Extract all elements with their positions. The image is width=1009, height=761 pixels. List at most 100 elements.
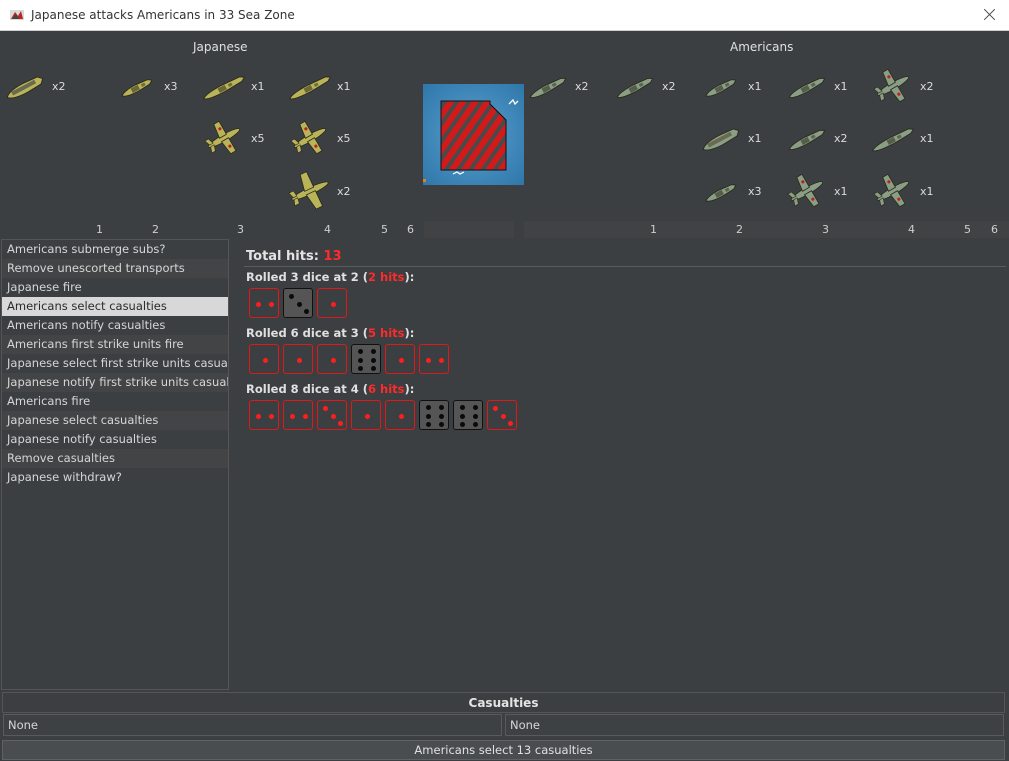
die-pip: [371, 349, 376, 354]
battleship-icon: [872, 128, 915, 152]
die-hit: [249, 288, 279, 318]
defender-unit-submarine: x2: [610, 66, 676, 106]
unit-count: x2: [575, 80, 589, 93]
battle-step[interactable]: Remove casualties: [2, 449, 228, 468]
fighter-icon: [204, 120, 241, 155]
roll-prefix: Rolled 8 dice at 4 (: [246, 382, 368, 396]
defender-unit-destroyer: x1: [696, 66, 762, 106]
die-pip: [296, 301, 302, 307]
defender-unit-fighter: x2: [868, 66, 934, 106]
die-pip: [256, 413, 261, 419]
die-pip: [398, 413, 404, 419]
carrier-icon: [6, 76, 44, 99]
unit-count: x1: [251, 80, 265, 93]
battle-step[interactable]: Remove unescorted transports: [2, 259, 228, 278]
defender-unit-fighter: x1: [868, 171, 934, 211]
die-pip: [330, 301, 336, 307]
die-pip: [323, 406, 328, 411]
battle-step[interactable]: Americans fire: [2, 392, 228, 411]
roll-summary: Rolled 8 dice at 4 (6 hits):: [246, 382, 414, 396]
unit-count: x2: [834, 132, 848, 145]
close-icon[interactable]: [981, 6, 999, 24]
status-button[interactable]: Americans select 13 casualties: [2, 740, 1005, 760]
battle-steps-list[interactable]: Americans submerge subs? Remove unescorte…: [1, 239, 229, 690]
battle-step[interactable]: Japanese fire: [2, 278, 228, 297]
battle-step[interactable]: Americans submerge subs?: [2, 240, 228, 259]
defender-die-number: 4: [908, 223, 915, 236]
die-pip: [439, 357, 444, 363]
attacker-die-number: 4: [324, 223, 331, 236]
unit-count: x5: [251, 132, 265, 145]
destroyer-icon: [121, 79, 153, 97]
submarine-icon: [616, 77, 654, 99]
die-pip: [358, 357, 363, 363]
defender-unit-cruiser: x2: [782, 118, 848, 158]
die-hit: [385, 344, 415, 374]
total-hits-value: 13: [323, 249, 342, 264]
battle-step[interactable]: Japanese notify casualties: [2, 430, 228, 449]
battle-step[interactable]: Americans first strike units fire: [2, 335, 228, 354]
die-pip: [269, 413, 274, 419]
defender-dice-strip: [524, 221, 1009, 238]
die-hit: [283, 400, 313, 430]
fighter-icon: [787, 173, 824, 208]
attacker-die-number: 3: [237, 223, 244, 236]
attacker-die-number: 1: [96, 223, 103, 236]
unit-count: x1: [920, 185, 934, 198]
attacker-unit-fighter-dark: x5: [285, 118, 351, 158]
die-hit: [351, 400, 381, 430]
die-pip: [426, 413, 431, 419]
battle-step[interactable]: Japanese notify first strike units casua…: [2, 373, 228, 392]
die-pip: [439, 422, 444, 427]
roll-hits: 2 hits: [368, 270, 405, 284]
destroyer-icon: [705, 184, 737, 202]
roll-suffix: ):: [404, 326, 415, 340]
defender-unit-carrier: x1: [696, 118, 762, 158]
unit-count: x5: [337, 132, 351, 145]
fighter-icon: [873, 173, 910, 208]
die-miss: [351, 344, 381, 374]
fighter-dark-icon: [290, 120, 327, 155]
die-pip: [460, 405, 465, 410]
die-pip: [493, 406, 498, 411]
casualties-header: Casualties: [2, 692, 1005, 713]
unit-count: x1: [748, 80, 762, 93]
die-pip: [256, 301, 261, 307]
battleship-icon: [203, 76, 246, 100]
die-pip: [358, 366, 363, 371]
defender-title: Americans: [730, 40, 794, 54]
die-hit: [419, 344, 449, 374]
die-pip: [398, 357, 404, 363]
battleship-long-icon: [289, 76, 332, 100]
die-pip: [338, 421, 343, 426]
battle-step[interactable]: Americans notify casualties: [2, 316, 228, 335]
die-pip: [262, 357, 268, 363]
die-pip: [371, 357, 376, 363]
attacker-unit-battleship-long: x1: [285, 66, 351, 106]
roll-prefix: Rolled 3 dice at 2 (: [246, 270, 368, 284]
die-pip: [289, 294, 294, 299]
die-pip: [426, 405, 431, 410]
defender-die-number: 6: [991, 223, 998, 236]
die-pip: [439, 405, 444, 410]
unit-count: x2: [52, 80, 66, 93]
battle-step[interactable]: Japanese withdraw?: [2, 468, 228, 487]
roll-hits: 5 hits: [368, 326, 405, 340]
die-pip: [358, 349, 363, 354]
attacker-title: Japanese: [193, 40, 248, 54]
attacker-unit-fighter: x5: [199, 118, 265, 158]
unit-count: x1: [337, 80, 351, 93]
unit-count: x1: [834, 80, 848, 93]
defender-unit-transport: x2: [523, 66, 589, 106]
battle-step[interactable]: Japanese select first strike units casua…: [2, 354, 228, 373]
battle-step[interactable]: Americans select casualties: [2, 297, 228, 316]
unit-count: x1: [920, 132, 934, 145]
die-pip: [364, 413, 370, 419]
die-pip: [439, 413, 444, 419]
defender-unit-fighter: x1: [782, 171, 848, 211]
roll-suffix: ):: [404, 382, 415, 396]
unit-count: x1: [834, 185, 848, 198]
attacker-die-number: 2: [152, 223, 159, 236]
unit-count: x3: [164, 80, 178, 93]
battle-step[interactable]: Japanese select casualties: [2, 411, 228, 430]
